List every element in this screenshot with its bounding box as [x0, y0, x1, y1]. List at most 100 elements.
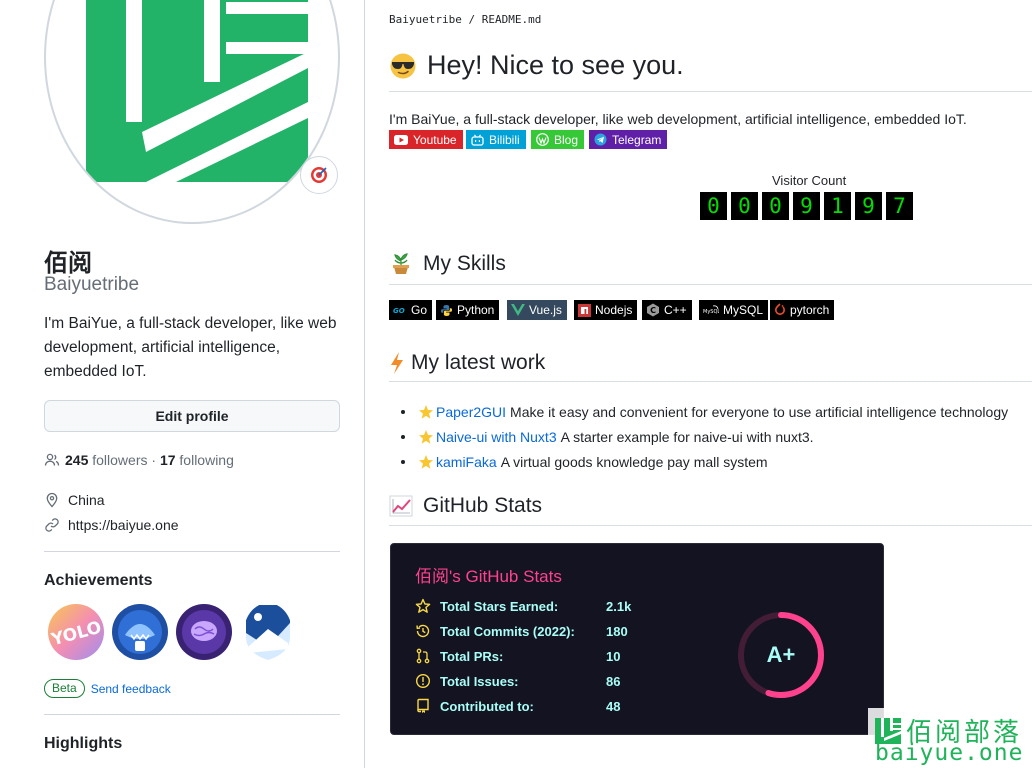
location-text: China	[68, 492, 105, 508]
youtube-label: Youtube	[413, 132, 457, 147]
skill-badge-mysql[interactable]: MySQL MySQL	[699, 300, 769, 320]
achievements-title[interactable]: Achievements	[44, 572, 153, 590]
bilibili-label: Bilibili	[489, 132, 520, 147]
website-link[interactable]: https://baiyue.one	[68, 517, 179, 533]
arctic-code-vault-badge-icon[interactable]	[244, 603, 292, 661]
breadcrumb-owner[interactable]: Baiyuetribe	[389, 13, 462, 26]
bilibili-icon	[471, 133, 484, 146]
work-link[interactable]: Naive-ui with Nuxt3	[436, 429, 557, 445]
readme-title-text: Hey! Nice to see you.	[427, 50, 684, 80]
stat-value: 2.1k	[606, 598, 632, 614]
svg-text:MySQL: MySQL	[703, 309, 719, 315]
pull-shark-badge-icon[interactable]	[111, 603, 169, 661]
divider	[389, 284, 1032, 285]
list-item: kamiFaka A virtual goods knowledge pay m…	[401, 449, 1008, 474]
pull-request-icon	[416, 648, 430, 664]
divider	[44, 714, 340, 715]
skill-badge-pytorch[interactable]: pytorch	[770, 300, 835, 320]
divider	[389, 381, 1032, 382]
skill-label: pytorch	[790, 303, 830, 317]
rank-circle: A+	[736, 610, 826, 700]
people-icon	[44, 453, 60, 466]
skill-badge-vue[interactable]: Vue.js	[507, 300, 567, 320]
profile-bio: I'm BaiYue, a full-stack developer, like…	[44, 315, 337, 380]
followers-count[interactable]: 245	[65, 452, 88, 468]
star-icon	[419, 429, 433, 444]
svg-text:C: C	[650, 306, 656, 315]
location-icon	[46, 492, 58, 508]
counter-digit: 9	[793, 192, 820, 220]
stat-label: Total PRs:	[440, 648, 504, 664]
sunglasses-face-icon	[390, 53, 416, 78]
readme-title: Hey! Nice to see you.	[389, 50, 684, 81]
vue-icon	[511, 304, 525, 316]
lightning-icon	[391, 352, 403, 374]
skill-badge-cpp[interactable]: C C++	[642, 300, 692, 320]
star-icon	[419, 454, 433, 469]
python-icon	[441, 304, 452, 316]
work-heading: My latest work	[389, 351, 545, 375]
stats-heading: GitHub Stats	[389, 494, 542, 518]
divider	[389, 525, 1032, 526]
following-count[interactable]: 17	[160, 452, 176, 468]
youtube-badge[interactable]: Youtube	[389, 130, 463, 149]
divider	[389, 91, 1032, 92]
youtube-icon	[394, 134, 408, 145]
counter-digit: 1	[824, 192, 851, 220]
chart-increasing-icon	[389, 495, 413, 517]
skill-badge-nodejs[interactable]: Nodejs	[574, 300, 638, 320]
list-item: Naive-ui with Nuxt3 A starter example fo…	[401, 424, 1008, 449]
breadcrumb-sep: /	[461, 13, 482, 26]
stat-row: Contributed to: 48	[415, 696, 620, 716]
telegram-badge[interactable]: Telegram	[589, 130, 668, 149]
star-outline-icon	[415, 598, 431, 613]
beta-label: Beta	[44, 679, 85, 698]
skill-badge-go[interactable]: GO Go	[389, 300, 433, 320]
followers-label[interactable]: followers ·	[88, 452, 160, 468]
breadcrumb: Baiyuetribe / README.md	[389, 13, 541, 26]
watermark-url: baiyue.one	[875, 740, 1024, 766]
edit-profile-button[interactable]: Edit profile	[44, 400, 340, 432]
send-feedback-link[interactable]: Send feedback	[91, 682, 171, 696]
work-list: Paper2GUI Make it easy and convenient fo…	[401, 399, 1008, 474]
cplusplus-icon: C	[647, 303, 659, 317]
blog-badge[interactable]: Blog	[531, 130, 585, 149]
work-desc: A starter example for naive-ui with nuxt…	[560, 428, 814, 445]
history-icon	[416, 624, 430, 638]
blog-label: Blog	[554, 132, 579, 147]
skill-label: Go	[411, 303, 428, 317]
galaxy-brain-badge-icon[interactable]	[175, 603, 233, 661]
wordpress-icon	[536, 133, 549, 146]
avatar-image[interactable]	[44, 0, 340, 224]
column-divider	[364, 0, 365, 768]
skills-heading-text: My Skills	[423, 252, 506, 275]
stat-row: Total Commits (2022): 180	[415, 621, 628, 641]
skill-label: Python	[457, 303, 495, 317]
skill-label: MySQL	[723, 303, 764, 317]
work-link[interactable]: Paper2GUI	[436, 404, 506, 420]
work-link[interactable]: kamiFaka	[436, 454, 497, 470]
profile-login: Baiyuetribe	[44, 274, 140, 295]
mysql-icon: MySQL	[703, 305, 719, 315]
star-icon	[419, 404, 433, 419]
breadcrumb-file[interactable]: README.md	[482, 13, 542, 26]
avatar[interactable]	[44, 0, 340, 224]
stats-card-title: 佰阅's GitHub Stats	[415, 567, 562, 586]
bilibili-badge[interactable]: Bilibili	[466, 130, 526, 149]
counter-digit: 9	[855, 192, 882, 220]
following-label[interactable]: following	[176, 452, 234, 468]
divider	[44, 551, 340, 552]
issue-icon	[415, 673, 431, 689]
stat-row: Total Stars Earned: 2.1k	[415, 596, 631, 616]
yolo-badge-icon[interactable]: YOLO	[47, 603, 105, 661]
counter-digit: 7	[886, 192, 913, 220]
work-desc: A virtual goods knowledge pay mall syste…	[500, 453, 768, 470]
beta-feedback-row: Beta Send feedback	[44, 679, 171, 698]
stat-label: Total Commits (2022):	[440, 623, 575, 639]
counter-digit: 0	[731, 192, 758, 220]
status-emoji-button[interactable]	[300, 156, 338, 194]
github-stats-card[interactable]: 佰阅's GitHub Stats Total Stars Earned: 2.…	[390, 543, 884, 735]
skill-badge-python[interactable]: Python	[436, 300, 500, 320]
profile-name: 佰阅	[44, 250, 92, 277]
work-heading-text: My latest work	[411, 351, 546, 374]
